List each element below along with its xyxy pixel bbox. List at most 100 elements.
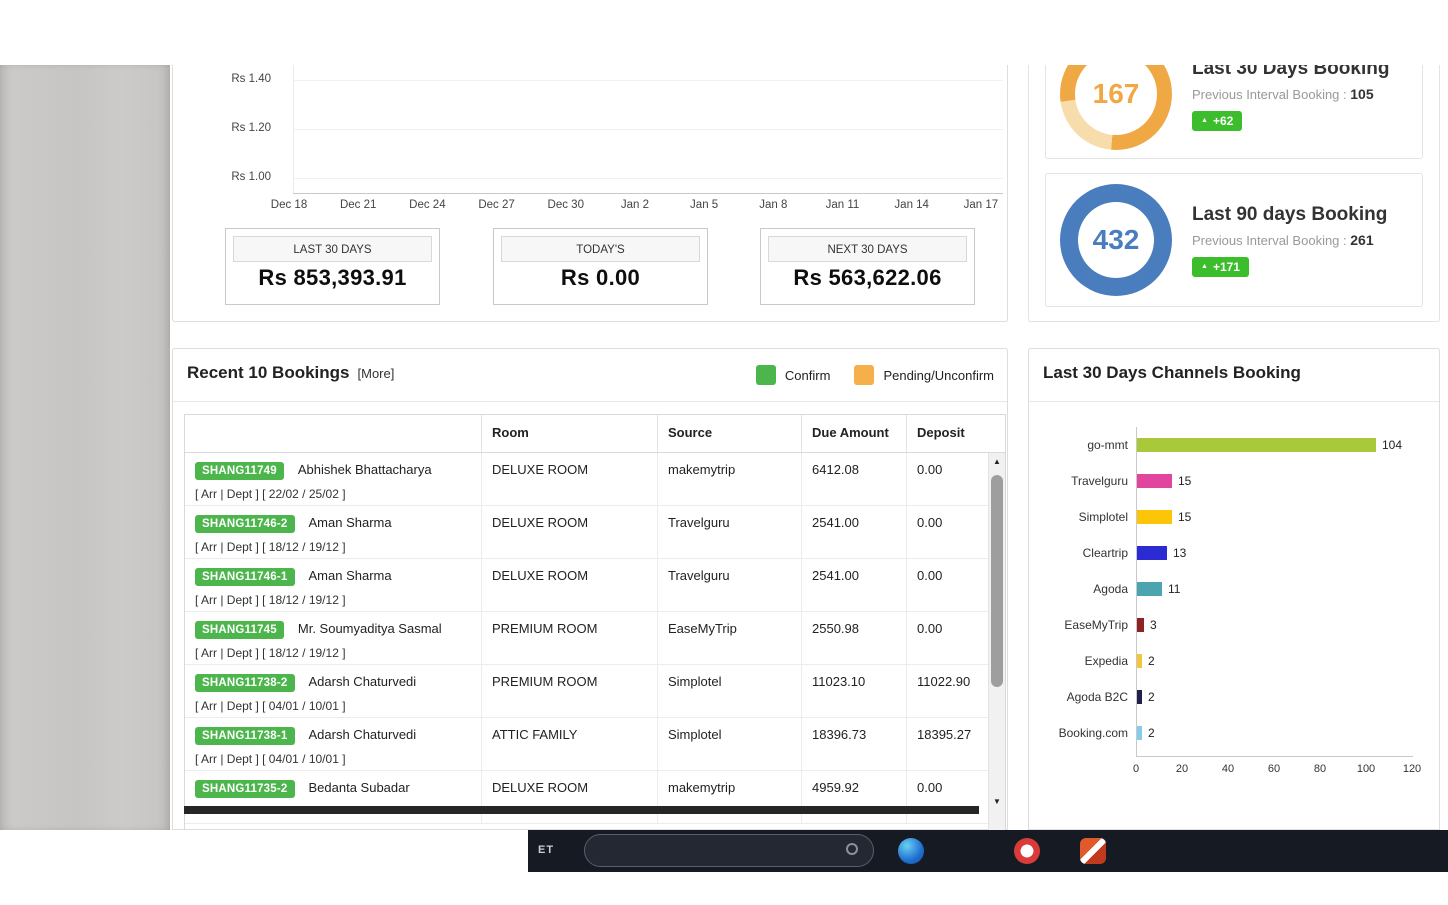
due-cell: 18396.73 [802,718,907,770]
channel-row: Agoda 11 [1045,571,1427,607]
booking-stats-column: 167 Last 30 Days Booking Previous Interv… [1028,65,1440,322]
channel-label: Travelguru [1045,474,1136,488]
channel-row: go-mmt 104 [1045,427,1427,463]
booking-cell: SHANG11746-1Aman Sharma [ Arr | Dept ] [… [185,559,482,611]
table-column-header [185,415,482,452]
axis-tick-label: 20 [1176,763,1188,775]
axis-label: Jan 8 [749,199,797,211]
axis-label: Rs 1.20 [199,122,271,171]
recent-bookings-title-text: Recent 10 Bookings [187,363,350,382]
deposit-cell: 18395.27 [907,718,990,770]
recent-bookings-panel: Recent 10 Bookings[More] Confirm Pending… [172,348,1008,830]
table-header-row: RoomSourceDue AmountDeposit [185,415,1005,453]
due-cell: 4959.92 [802,771,907,823]
channel-label: Expedia [1045,654,1136,668]
channel-value: 2 [1148,690,1155,704]
channel-value: 15 [1178,474,1191,488]
channel-label: Agoda B2C [1045,690,1136,704]
booking-line1: SHANG11738-1Adarsh Chaturvedi [195,727,481,745]
booking-dates: [ Arr | Dept ] [ 04/01 / 10/01 ] [195,752,481,766]
booking-summary-card: 167 Last 30 Days Booking Previous Interv… [1045,65,1423,159]
source-cell: Travelguru [658,506,802,558]
axis-label: Dec 24 [403,199,451,211]
booking-dates: [ Arr | Dept ] [ 04/01 / 10/01 ] [195,699,481,713]
booking-id-badge: SHANG11738-2 [195,674,295,692]
source-cell: makemytrip [658,453,802,505]
card-text: Last 30 Days Booking Previous Interval B… [1192,65,1389,131]
booking-line1: SHANG11738-2 Adarsh Chaturvedi [195,674,481,692]
table-row[interactable]: SHANG11746-2 Aman Sharma [ Arr | Dept ] [… [185,506,1005,559]
booking-summary-card: 432 Last 90 days Booking Previous Interv… [1045,173,1423,307]
booking-line1: SHANG11735-2 Bedanta Subadar [195,780,481,798]
scroll-down-icon[interactable]: ▼ [989,793,1005,810]
up-arrow-icon: ▲ [1201,263,1208,270]
room-cell: ATTIC FAMILY [482,718,658,770]
legend-label: Pending/Unconfirm [883,368,994,383]
table-row[interactable]: SHANG11738-2 Adarsh Chaturvedi [ Arr | De… [185,665,1005,718]
gridline [293,80,1003,81]
axis-tick-label: 100 [1357,763,1375,775]
taskbar-launcher[interactable]: ET [538,844,554,856]
axis-label: Rs 1.40 [199,73,271,122]
channel-value: 3 [1150,618,1157,632]
channel-label: Booking.com [1045,726,1136,740]
axis-label: Rs 1.00 [199,171,271,220]
taskbar-search-input[interactable] [584,834,874,867]
card-subtitle: Previous Interval Booking : [1192,87,1347,102]
more-link[interactable]: [More] [358,366,395,381]
channel-row: Simplotel 15 [1045,499,1427,535]
chart-x-axis: Dec 18Dec 21Dec 24Dec 27Dec 30Jan 2Jan 5… [265,199,1005,211]
stat-label: LAST 30 DAYS [233,236,432,262]
booking-id-badge: SHANG11746-1 [195,568,295,586]
axis-tick-label: 0 [1133,763,1139,775]
scrollbar-thumb[interactable] [991,475,1003,687]
browser-app-icon[interactable] [898,838,924,864]
card-text: Last 90 days Booking Previous Interval B… [1192,204,1387,277]
booking-cell: SHANG11735-2 Bedanta Subadar [185,771,482,823]
table-row[interactable]: SHANG11745Mr. Soumyaditya Sasmal [ Arr |… [185,612,1005,665]
channel-label: Cleartrip [1045,546,1136,560]
table-scrollbar[interactable]: ▲ ▼ [988,453,1005,830]
channels-axis-ticks: 020406080100120 [1136,763,1413,777]
taskbar: ET [528,830,1448,872]
media-app-icon[interactable] [1014,838,1040,864]
table-row[interactable]: SHANG11735-2Bedanta Subadar DELUXE ROOM … [185,771,1005,824]
channel-row: Agoda B2C 2 [1045,679,1427,715]
axis-tick-label: 120 [1403,763,1421,775]
channels-title: Last 30 Days Channels Booking [1043,363,1301,383]
channel-bar [1137,438,1376,452]
table-row[interactable]: SHANG11738-1Adarsh Chaturvedi [ Arr | De… [185,718,1005,771]
axis-label: Dec 18 [265,199,313,211]
due-cell: 6412.08 [802,453,907,505]
guest-name: Aman Sharma [309,515,392,530]
donut-ring: 167 [1060,65,1172,150]
table-column-header: Room [482,415,658,452]
guest-name: Adarsh Chaturvedi [309,674,417,689]
source-cell: EaseMyTrip [658,612,802,664]
table-row[interactable]: SHANG11749Abhishek Bhattacharya [ Arr | … [185,453,1005,506]
axis-label: Dec 21 [334,199,382,211]
donut-hole: 432 [1078,202,1154,278]
scroll-up-icon[interactable]: ▲ [989,453,1005,470]
booking-id-badge: SHANG11735-2 [195,780,295,798]
axis-tick-label: 40 [1222,763,1234,775]
guest-name: Bedanta Subadar [309,780,410,795]
dashboard-viewport: Rs 1.40Rs 1.20Rs 1.00 Dec 18 Dec 21 Dec 24… [0,65,1448,830]
channel-value: 13 [1173,546,1186,560]
channel-value: 104 [1382,438,1402,452]
revenue-stat-box: NEXT 30 DAYS Rs 563,622.06 [760,228,975,305]
legend-item: Pending/Unconfirm [854,365,994,385]
channel-label: Simplotel [1045,510,1136,524]
booking-id-badge: SHANG11746-2 [195,515,295,533]
deposit-cell: 0.00 [907,771,990,823]
booking-dates: [ Arr | Dept ] [ 18/12 / 19/12 ] [195,540,481,554]
deposit-cell: 0.00 [907,506,990,558]
delta-badge: ▲+62 [1192,111,1242,131]
axis-tick-label: 60 [1268,763,1280,775]
presentation-app-icon[interactable] [1080,838,1106,864]
booking-cell: SHANG11745Mr. Soumyaditya Sasmal [ Arr |… [185,612,482,664]
channel-row: EaseMyTrip 3 [1045,607,1427,643]
channel-label: go-mmt [1045,438,1136,452]
room-cell: DELUXE ROOM [482,559,658,611]
table-row[interactable]: SHANG11746-1Aman Sharma [ Arr | Dept ] [… [185,559,1005,612]
